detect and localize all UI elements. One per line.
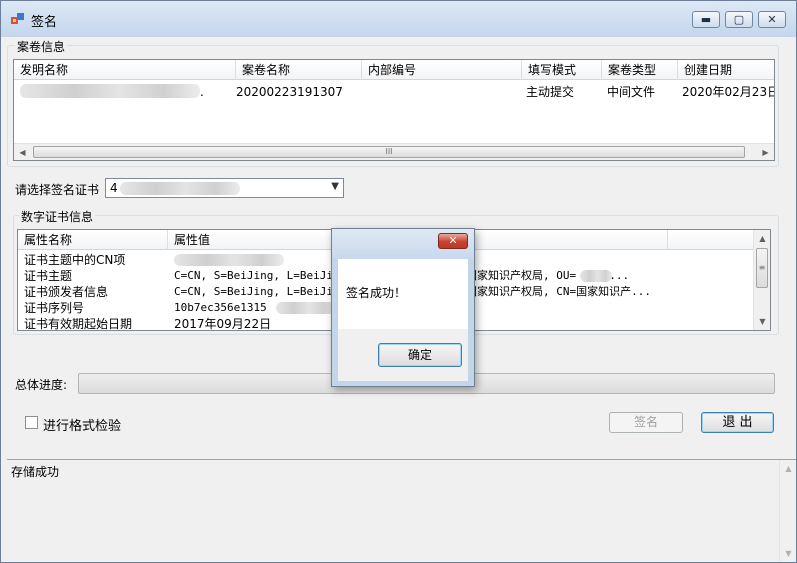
case-info-label: 案卷信息	[15, 38, 68, 55]
redacted-cn	[174, 254, 284, 266]
log-textarea[interactable]: 存储成功 ▲ ▼	[7, 459, 796, 562]
col-case-type[interactable]: 案卷类型	[602, 60, 678, 80]
scroll-down-icon[interactable]: ▼	[754, 313, 770, 330]
col-invention-name[interactable]: 发明名称	[14, 60, 236, 80]
attr-name-cell: 证书颁发者信息	[24, 285, 109, 299]
sign-button[interactable]: 签名	[609, 412, 683, 433]
dialog-footer: 确定	[338, 329, 468, 381]
dialog-body: 签名成功！	[338, 259, 468, 329]
app-icon	[11, 13, 24, 24]
attr-name-cell: 证书序列号	[24, 301, 85, 315]
attr-value-cell: 2017年09月22日	[174, 317, 272, 331]
attr-name-cell: 证书有效期起始日期	[24, 317, 133, 331]
scroll-up-icon[interactable]: ▲	[754, 230, 770, 247]
cert-info-label: 数字证书信息	[19, 208, 96, 225]
log-text: 存储成功	[11, 465, 60, 479]
dialog-close-button[interactable]: ✕	[438, 233, 468, 249]
format-check-checkbox[interactable]	[25, 416, 38, 429]
progress-label: 总体进度:	[15, 378, 68, 392]
created-date-cell: 2020年02月23日	[682, 85, 775, 99]
attr-value-extra-cell: 国家知识产权局, CN=国家知识产...	[466, 285, 651, 298]
format-check-label: 进行格式检验	[43, 419, 122, 434]
redacted-cert-value	[120, 182, 240, 195]
case-list-hscrollbar[interactable]: ◀ III ▶	[14, 143, 774, 160]
attr-value-cell: C=CN, S=BeiJing, L=BeiJing	[174, 269, 347, 282]
attr-value-cell: C=CN, S=BeiJing, L=BeiJir	[174, 285, 340, 298]
col-fill-mode[interactable]: 填写模式	[522, 60, 602, 80]
attr-name-cell: 证书主题	[24, 269, 73, 283]
case-list[interactable]: 发明名称 案卷名称 内部编号 填写模式 案卷类型 创建日期 . 20200223…	[13, 59, 775, 161]
col-created-date[interactable]: 创建日期	[678, 60, 774, 80]
title-bar: 签名 ▬ ▢ ✕	[1, 1, 796, 37]
window-title: 签名	[31, 15, 58, 30]
cert-select-label: 请选择签名证书	[15, 183, 100, 197]
cert-list-vscrollbar[interactable]: ▲ ≡ ▼	[753, 230, 770, 330]
col-case-name[interactable]: 案卷名称	[236, 60, 362, 80]
redacted-invention-name	[20, 84, 200, 98]
col-internal-no[interactable]: 内部编号	[362, 60, 522, 80]
case-list-scroll-thumb[interactable]: III	[33, 146, 745, 158]
attr-name-cell: 证书主题中的CN项	[24, 253, 126, 267]
cert-select-value: 4	[110, 181, 118, 195]
minimize-button[interactable]: ▬	[692, 11, 720, 28]
scroll-right-icon[interactable]: ▶	[757, 144, 774, 160]
case-name-cell: 20200223191307	[236, 85, 343, 99]
log-vscrollbar[interactable]: ▲ ▼	[779, 460, 796, 562]
redacted-serial	[276, 302, 336, 314]
scroll-up-icon[interactable]: ▲	[780, 460, 797, 477]
dialog-message: 签名成功！	[346, 286, 407, 300]
chevron-down-icon[interactable]: ▼	[331, 181, 339, 192]
dialog-ok-button[interactable]: 确定	[378, 343, 462, 367]
exit-button[interactable]: 退 出	[701, 412, 774, 433]
redacted-ou	[580, 270, 612, 282]
scroll-down-icon[interactable]: ▼	[780, 545, 797, 562]
case-list-header: 发明名称 案卷名称 内部编号 填写模式 案卷类型 创建日期	[14, 60, 774, 80]
col-attr-name[interactable]: 属性名称	[18, 230, 168, 250]
maximize-button[interactable]: ▢	[725, 11, 753, 28]
case-type-cell: 中间文件	[607, 85, 656, 99]
close-button[interactable]: ✕	[758, 11, 786, 28]
cert-list-scroll-thumb[interactable]: ≡	[756, 248, 768, 288]
cert-select[interactable]: 4 ▼	[105, 178, 344, 198]
attr-value-cell: 10b7ec356e1315	[174, 301, 267, 314]
sign-window: 签名 ▬ ▢ ✕ 案卷信息 发明名称 案卷名称 内部编号 填写模式 案卷类型 创…	[0, 0, 797, 563]
scroll-left-icon[interactable]: ◀	[14, 144, 31, 160]
dialog-title-bar: ✕	[332, 229, 474, 259]
fill-mode-cell: 主动提交	[526, 85, 575, 99]
invention-name-cell: .	[200, 85, 204, 99]
success-dialog: ✕ 签名成功！ 确定	[331, 228, 475, 387]
table-row[interactable]: . 20200223191307 主动提交 中间文件 2020年02月23日	[14, 82, 775, 100]
